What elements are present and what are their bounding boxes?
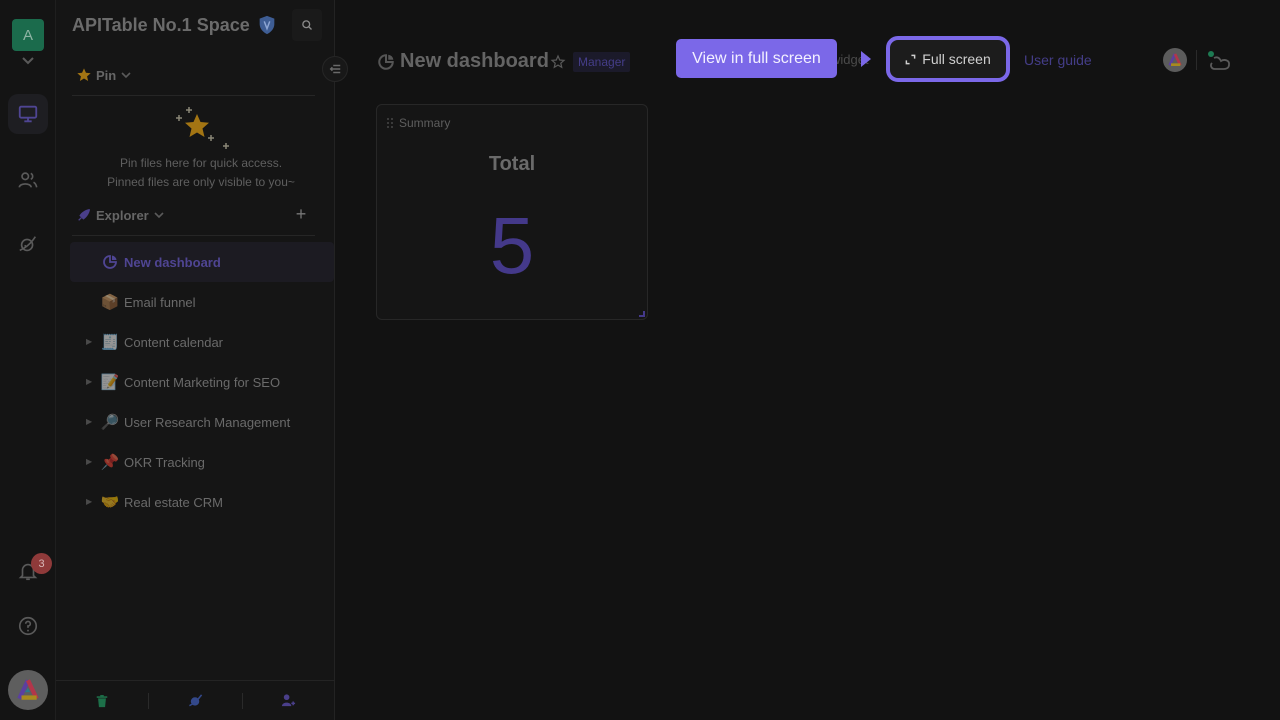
star-icon	[77, 68, 91, 81]
dashboard-name[interactable]: New dashboard	[400, 50, 549, 73]
dashboard-icon	[378, 53, 394, 70]
planet-icon	[189, 694, 203, 707]
expand-arrow-icon[interactable]: ▶	[86, 457, 94, 467]
rocket-icon	[78, 209, 90, 221]
dashboard-title: New dashboard	[377, 50, 566, 73]
tree-node-real-estate-crm[interactable]: ▶ 🤝 Real estate CRM	[70, 482, 334, 522]
tree-node-label: New dashboard	[124, 254, 221, 270]
chevron-down-icon	[154, 212, 164, 219]
space-avatar[interactable]: A	[12, 19, 44, 51]
monitor-icon	[18, 105, 38, 123]
star-outline-icon[interactable]	[550, 53, 566, 70]
sync-status-icon	[1206, 50, 1236, 72]
pushpin-emoji-icon: 📌	[100, 454, 120, 471]
apitable-logo-icon	[1168, 53, 1182, 66]
widget-title: Total	[488, 153, 536, 175]
tree-node-label: Content calendar	[124, 334, 224, 350]
chevron-down-icon	[121, 72, 131, 79]
dashboard-icon	[100, 252, 120, 272]
star-illustration	[56, 104, 346, 154]
pin-empty-line2: Pinned files are only visible to you~	[107, 175, 295, 189]
tree-node-label: OKR Tracking	[124, 454, 205, 470]
pin-empty-line1: Pin files here for quick access.	[119, 156, 283, 170]
role-tag: Manager	[573, 52, 631, 72]
pin-section-header[interactable]: Pin	[76, 67, 132, 83]
tree-node-user-research[interactable]: ▶ 🔎 User Research Management	[70, 402, 334, 442]
rail-workbench-button[interactable]	[8, 94, 48, 134]
widget-name: Summary	[399, 116, 451, 130]
search-icon	[302, 20, 312, 30]
tree-node-email-funnel[interactable]: 📦 Email funnel	[70, 282, 334, 322]
users-icon	[18, 172, 38, 188]
notification-badge: 3	[31, 553, 52, 574]
help-icon	[18, 616, 38, 636]
space-name: APITable No.1 Space	[72, 14, 250, 35]
memo-emoji-icon: 📝	[100, 374, 120, 391]
summary-widget[interactable]: Summary Total 5	[376, 104, 648, 320]
app: A 3 APITable No.1 Space Pin Pin files he…	[0, 0, 1280, 720]
rail-members-button[interactable]	[8, 160, 48, 200]
trash-button[interactable]	[56, 681, 148, 720]
shield-badge-icon	[259, 15, 275, 35]
tooltip-arrow	[861, 51, 871, 67]
drag-handle-icon[interactable]	[387, 118, 393, 128]
tree-node-label: Content Marketing for SEO	[124, 374, 281, 390]
explorer-section-header[interactable]: Explorer	[76, 207, 165, 223]
tree-node-label: Real estate CRM	[124, 494, 223, 510]
space-title[interactable]: APITable No.1 Space	[72, 14, 278, 36]
expand-arrow-icon[interactable]: ▶	[86, 417, 94, 427]
trash-icon	[96, 694, 108, 707]
chevron-down-icon[interactable]	[20, 54, 36, 66]
handshake-emoji-icon: 🤝	[100, 494, 120, 511]
tree-node-label: User Research Management	[124, 414, 291, 430]
tree-node-okr-tracking[interactable]: ▶ 📌 OKR Tracking	[70, 442, 334, 482]
tree-node-content-calendar[interactable]: ▶ 🧾 Content calendar	[70, 322, 334, 362]
nav-rail: A 3	[0, 0, 56, 720]
explorer-label: Explorer	[96, 207, 149, 223]
full-screen-label: Full screen	[922, 51, 991, 67]
tree-node-content-marketing-seo[interactable]: ▶ 📝 Content Marketing for SEO	[70, 362, 334, 402]
full-screen-button[interactable]: Full screen	[886, 36, 1010, 82]
sidebar-footer	[56, 680, 335, 720]
apitable-logo-icon	[17, 679, 39, 700]
divider	[1196, 50, 1197, 70]
user-guide-link[interactable]: User guide	[1024, 52, 1092, 68]
receipt-emoji-icon: 🧾	[100, 334, 120, 351]
collaborator-avatar[interactable]	[1163, 48, 1187, 72]
user-avatar[interactable]	[8, 670, 48, 710]
expand-arrow-icon[interactable]: ▶	[86, 377, 94, 387]
add-user-icon	[282, 694, 296, 707]
tree-node-new-dashboard[interactable]: New dashboard	[70, 242, 334, 282]
magnifier-emoji-icon: 🔎	[100, 414, 120, 431]
file-tree: New dashboard 📦 Email funnel ▶ 🧾 Content…	[70, 242, 334, 522]
package-emoji-icon: 📦	[100, 294, 120, 311]
planet-rocket-icon	[19, 236, 37, 252]
divider	[72, 235, 315, 236]
tooltip: View in full screen	[676, 39, 837, 78]
main-panel: New dashboard Manager widget View in ful…	[336, 0, 1280, 720]
expand-arrow-icon[interactable]: ▶	[86, 497, 94, 507]
help-button[interactable]	[8, 606, 48, 646]
pin-label: Pin	[96, 67, 117, 83]
template-center-button[interactable]	[149, 681, 241, 720]
add-node-button[interactable]: +	[293, 204, 309, 224]
divider	[72, 95, 315, 96]
tree-node-label: Email funnel	[124, 294, 196, 310]
resize-handle[interactable]	[639, 311, 645, 317]
search-button[interactable]	[292, 9, 322, 41]
widget-value: 5	[489, 201, 535, 290]
pin-empty-state: Pin files here for quick access. Pinned …	[56, 104, 346, 192]
expand-arrow-icon[interactable]: ▶	[86, 337, 94, 347]
rail-templates-button[interactable]	[8, 224, 48, 264]
sidebar: APITable No.1 Space Pin Pin files here f…	[56, 0, 348, 720]
invite-member-button[interactable]	[243, 681, 335, 720]
expand-icon	[905, 54, 916, 64]
